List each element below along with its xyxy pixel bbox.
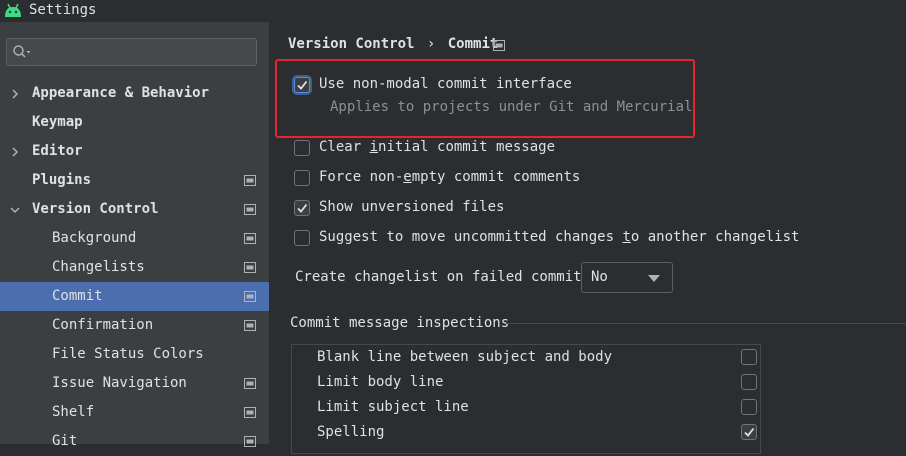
sidebar-item-label: Issue Navigation bbox=[52, 375, 187, 391]
project-settings-icon bbox=[244, 407, 256, 418]
force-non-empty-label-end: mpty commit comments bbox=[411, 169, 581, 185]
failed-commit-dropdown[interactable]: No bbox=[581, 262, 673, 293]
inspection-checkbox[interactable] bbox=[741, 399, 757, 415]
suggest-move-label-start: Suggest to move uncommitted changes bbox=[319, 229, 623, 245]
sidebar-item-label: Background bbox=[52, 230, 137, 246]
sidebar-item-label: Confirmation bbox=[52, 317, 154, 333]
project-settings-icon bbox=[244, 378, 256, 389]
project-settings-icon bbox=[244, 262, 256, 273]
clear-initial-label[interactable]: Clear initial commit message bbox=[319, 139, 555, 155]
sidebar-item-label: Commit bbox=[52, 288, 103, 304]
show-unversioned-label[interactable]: Show unversioned files bbox=[319, 199, 504, 215]
suggest-move-label-end: o another changelist bbox=[630, 229, 800, 245]
inspections-table: Blank line between subject and body Limit… bbox=[291, 344, 761, 454]
sidebar-item-label: Plugins bbox=[32, 172, 92, 188]
chevron-down-icon[interactable] bbox=[9, 195, 25, 227]
sidebar-item-appearance-behavior[interactable]: Appearance & Behavior bbox=[0, 79, 269, 108]
force-non-empty-label[interactable]: Force non-empty commit comments bbox=[319, 169, 580, 185]
settings-content: Version Control › Commit Use non-modal c… bbox=[269, 22, 906, 454]
sidebar-item-label: Keymap bbox=[32, 114, 83, 130]
sidebar-item-version-control[interactable]: Version Control bbox=[0, 195, 269, 224]
title-bar: Settings bbox=[0, 0, 906, 22]
breadcrumb-parent[interactable]: Version Control bbox=[288, 36, 414, 52]
inspection-label: Blank line between subject and body bbox=[317, 349, 613, 365]
sidebar-item-git[interactable]: Git bbox=[0, 427, 269, 456]
sidebar-item-label: File Status Colors bbox=[52, 346, 204, 362]
chevron-right-icon[interactable] bbox=[9, 137, 25, 169]
checkmark-icon bbox=[744, 427, 755, 437]
inspections-title: Commit message inspections bbox=[290, 315, 510, 331]
inspection-label: Spelling bbox=[317, 424, 385, 440]
sidebar-item-plugins[interactable]: Plugins bbox=[0, 166, 269, 195]
sidebar-item-keymap[interactable]: Keymap bbox=[0, 108, 269, 137]
sidebar-item-file-status-colors[interactable]: File Status Colors bbox=[0, 340, 269, 369]
sidebar-item-shelf[interactable]: Shelf bbox=[0, 398, 269, 427]
inspection-row[interactable]: Limit body line bbox=[292, 371, 760, 396]
sidebar-item-background[interactable]: Background bbox=[0, 224, 269, 253]
project-settings-icon bbox=[244, 320, 256, 331]
search-input[interactable] bbox=[6, 38, 257, 66]
section-divider bbox=[506, 323, 906, 324]
sidebar-item-label: Shelf bbox=[52, 404, 95, 420]
project-settings-icon bbox=[244, 233, 256, 244]
suggest-move-checkbox[interactable] bbox=[294, 230, 310, 246]
sidebar-item-label: Changelists bbox=[52, 259, 145, 275]
show-unversioned-checkbox[interactable] bbox=[294, 200, 310, 216]
clear-initial-checkbox[interactable] bbox=[294, 140, 310, 156]
checkmark-icon bbox=[297, 203, 308, 213]
checkmark-icon bbox=[297, 80, 308, 90]
breadcrumb-current: Commit bbox=[447, 36, 499, 52]
failed-commit-label: Create changelist on failed commit: bbox=[295, 269, 591, 285]
project-settings-icon bbox=[493, 40, 505, 51]
sidebar-item-label: Appearance & Behavior bbox=[32, 85, 210, 101]
search-icon[interactable] bbox=[12, 44, 32, 60]
inspection-row[interactable]: Limit subject line bbox=[292, 396, 760, 421]
inspection-label: Limit body line bbox=[317, 374, 444, 390]
failed-commit-value: No bbox=[591, 269, 608, 285]
sidebar-item-editor[interactable]: Editor bbox=[0, 137, 269, 166]
sidebar-item-issue-navigation[interactable]: Issue Navigation bbox=[0, 369, 269, 398]
chevron-down-icon bbox=[648, 275, 660, 282]
settings-sidebar: Appearance & Behavior Keymap Editor Plugins… bbox=[0, 22, 269, 449]
sidebar-item-changelists[interactable]: Changelists bbox=[0, 253, 269, 282]
clear-initial-label-end: nitial commit message bbox=[378, 139, 556, 155]
android-icon bbox=[5, 3, 21, 17]
force-non-empty-checkbox[interactable] bbox=[294, 170, 310, 186]
clear-initial-label-start: Clear bbox=[319, 139, 370, 155]
inspection-row[interactable]: Spelling bbox=[292, 421, 760, 446]
sidebar-item-confirmation[interactable]: Confirmation bbox=[0, 311, 269, 340]
inspection-label: Limit subject line bbox=[317, 399, 469, 415]
project-settings-icon bbox=[244, 436, 256, 447]
chevron-right-icon[interactable] bbox=[9, 79, 25, 111]
project-settings-icon bbox=[244, 291, 256, 302]
inspection-checkbox[interactable] bbox=[741, 349, 757, 365]
sidebar-item-label: Git bbox=[52, 433, 78, 449]
force-non-empty-label-start: Force non- bbox=[319, 169, 404, 185]
force-non-empty-mnemonic: e bbox=[403, 169, 412, 185]
breadcrumb: Version Control › Commit bbox=[288, 36, 498, 52]
non-modal-hint: Applies to projects under Git and Mercur… bbox=[330, 99, 693, 115]
sidebar-item-commit[interactable]: Commit bbox=[0, 282, 269, 311]
inspection-row[interactable]: Blank line between subject and body bbox=[292, 346, 760, 371]
sidebar-item-label: Editor bbox=[32, 143, 83, 159]
breadcrumb-separator: › bbox=[426, 36, 436, 52]
project-settings-icon bbox=[244, 204, 256, 215]
suggest-move-mnemonic: t bbox=[622, 229, 631, 245]
sidebar-item-label: Version Control bbox=[32, 201, 159, 217]
window-title: Settings bbox=[29, 2, 97, 18]
project-settings-icon bbox=[244, 175, 256, 186]
clear-initial-mnemonic: i bbox=[369, 139, 379, 155]
inspection-checkbox[interactable] bbox=[741, 374, 757, 390]
inspection-checkbox[interactable] bbox=[741, 424, 757, 440]
non-modal-label[interactable]: Use non-modal commit interface bbox=[319, 76, 572, 92]
non-modal-checkbox[interactable] bbox=[294, 77, 310, 93]
suggest-move-label[interactable]: Suggest to move uncommitted changes to a… bbox=[319, 229, 799, 245]
